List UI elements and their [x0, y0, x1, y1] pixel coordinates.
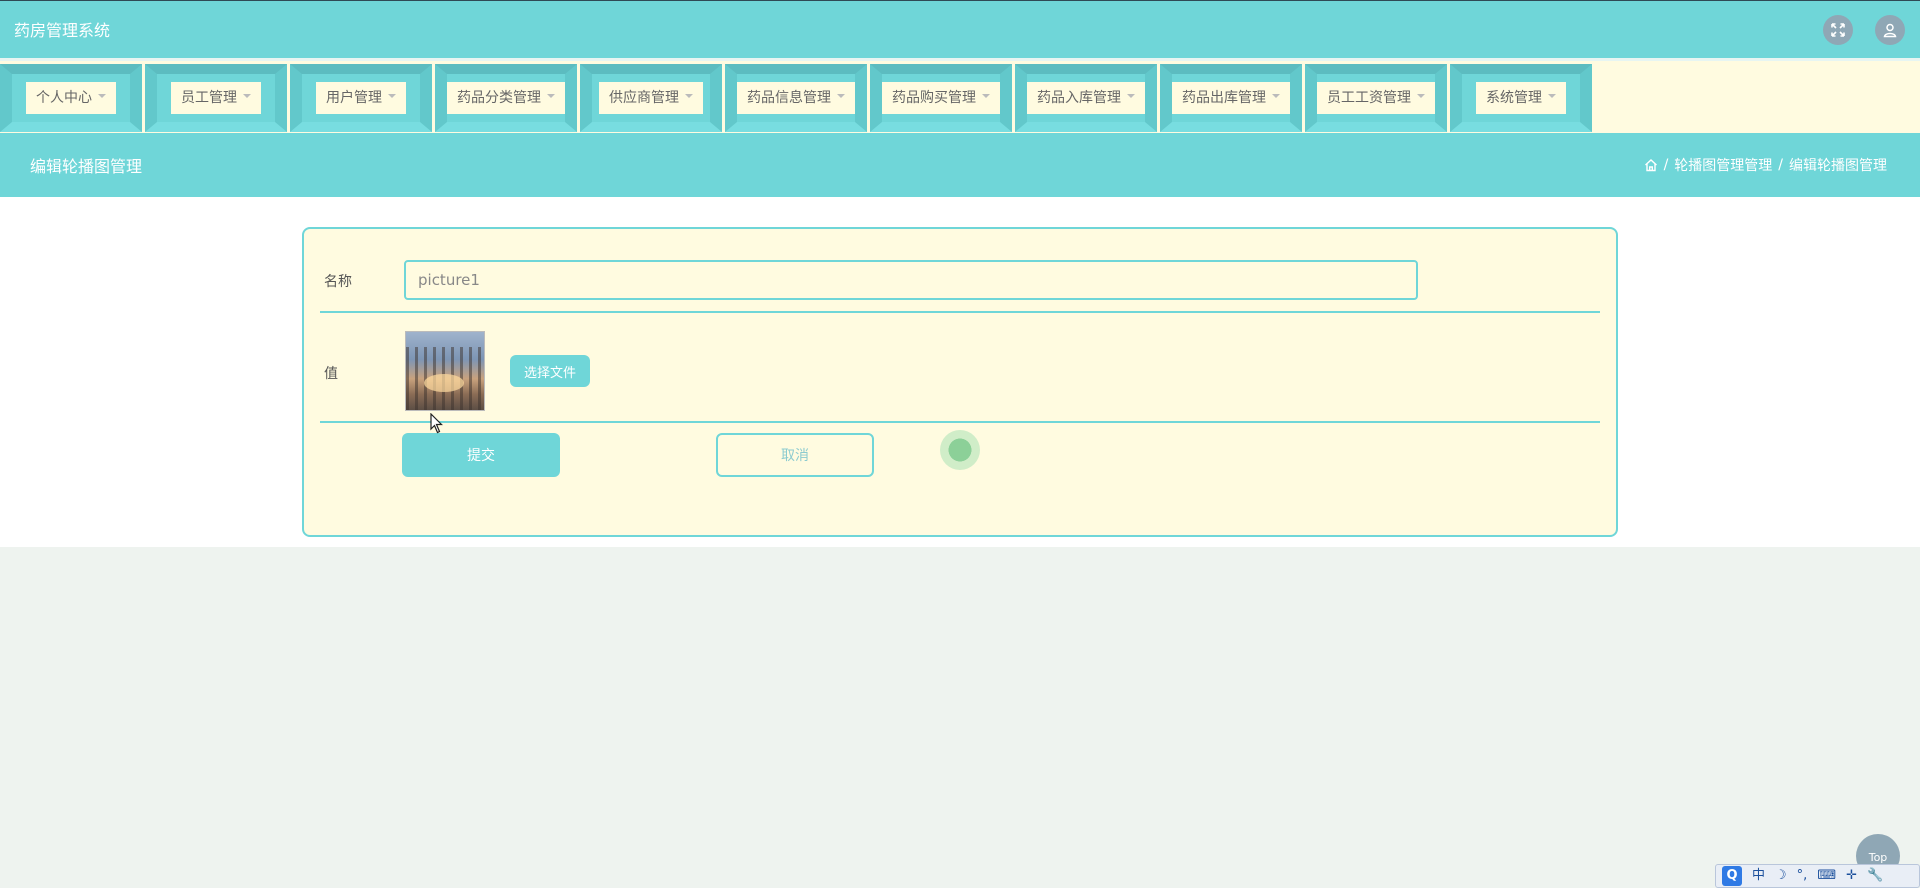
nav-label: 个人中心	[36, 90, 92, 106]
nav-label: 员工管理	[181, 90, 237, 106]
top-icons	[1801, 14, 1905, 45]
nav-item-drug-purchase[interactable]: 药品购买管理	[870, 64, 1012, 132]
nav-label: 系统管理	[1486, 90, 1542, 106]
nav-label: 药品购买管理	[892, 90, 976, 106]
fullscreen-icon[interactable]	[1823, 14, 1853, 45]
chevron-down-icon	[982, 94, 990, 98]
nav-item-drug-stock-out[interactable]: 药品出库管理	[1160, 64, 1302, 132]
divider	[320, 421, 1600, 423]
chevron-down-icon	[1272, 94, 1280, 98]
nav-label: 用户管理	[326, 90, 382, 106]
nav-label: 供应商管理	[609, 90, 679, 106]
punctuation-icon[interactable]: °,	[1797, 866, 1808, 886]
user-icon[interactable]	[1875, 14, 1905, 45]
cancel-button[interactable]: 取消	[716, 433, 874, 477]
moon-icon[interactable]: ☽	[1775, 866, 1787, 886]
choose-file-button[interactable]: 选择文件	[510, 355, 590, 387]
image-preview	[405, 331, 485, 411]
app-title: 药房管理系统	[14, 20, 111, 40]
chevron-down-icon	[1417, 94, 1425, 98]
image-glow	[424, 374, 464, 392]
nav-label: 药品分类管理	[457, 90, 541, 106]
breadcrumb: / 轮播图管理管理 / 编辑轮播图管理	[1644, 155, 1887, 175]
chevron-down-icon	[1127, 94, 1135, 98]
ime-language-toggle[interactable]: 中	[1752, 866, 1765, 886]
nav-item-staff[interactable]: 员工管理	[145, 64, 287, 132]
nav-item-system[interactable]: 系统管理	[1450, 64, 1592, 132]
breadcrumb-separator: /	[1663, 157, 1669, 173]
page-title: 编辑轮播图管理	[30, 157, 143, 176]
nav-label: 员工工资管理	[1327, 90, 1411, 106]
submit-button[interactable]: 提交	[402, 433, 560, 477]
click-indicator	[940, 430, 980, 470]
mouse-cursor-icon	[430, 412, 444, 438]
edit-form: 名称 picture1 值 选择文件 提交 取消	[302, 227, 1618, 537]
name-input[interactable]: picture1	[404, 260, 1418, 300]
chevron-down-icon	[1548, 94, 1556, 98]
top-bar: 药房管理系统	[0, 0, 1920, 58]
divider	[320, 311, 1600, 313]
page-header: 编辑轮播图管理 / 轮播图管理管理 / 编辑轮播图管理	[0, 133, 1920, 197]
nav-item-drug-category[interactable]: 药品分类管理	[435, 64, 577, 132]
nav-item-drug-info[interactable]: 药品信息管理	[725, 64, 867, 132]
chevron-down-icon	[837, 94, 845, 98]
value-label: 值	[324, 366, 338, 382]
breadcrumb-separator: /	[1778, 157, 1783, 173]
name-label: 名称	[324, 274, 352, 290]
nav-label: 药品出库管理	[1182, 90, 1266, 106]
wrench-icon[interactable]: 🔧	[1867, 866, 1883, 886]
home-icon[interactable]	[1644, 158, 1658, 172]
nav-label: 药品入库管理	[1037, 90, 1121, 106]
nav-item-drug-stock-in[interactable]: 药品入库管理	[1015, 64, 1157, 132]
chevron-down-icon	[388, 94, 396, 98]
main-nav: 个人中心 员工管理 用户管理 药品分类管理 供应商管理 药品信息管理 药品购买管…	[0, 58, 1920, 133]
chevron-down-icon	[243, 94, 251, 98]
breadcrumb-current: 编辑轮播图管理	[1789, 158, 1887, 174]
nav-item-supplier[interactable]: 供应商管理	[580, 64, 722, 132]
nav-item-users[interactable]: 用户管理	[290, 64, 432, 132]
chevron-down-icon	[98, 94, 106, 98]
nav-item-personal-center[interactable]: 个人中心	[0, 64, 142, 132]
keyboard-icon[interactable]: ⌨	[1817, 866, 1836, 886]
ime-logo-icon[interactable]: Q	[1722, 866, 1742, 886]
symbol-icon[interactable]: ✛	[1846, 866, 1857, 886]
chevron-down-icon	[685, 94, 693, 98]
nav-item-staff-salary[interactable]: 员工工资管理	[1305, 64, 1447, 132]
nav-label: 药品信息管理	[747, 90, 831, 106]
breadcrumb-item[interactable]: 轮播图管理管理	[1674, 155, 1772, 175]
ime-toolbar: Q 中 ☽ °, ⌨ ✛ 🔧	[1715, 864, 1920, 888]
chevron-down-icon	[547, 94, 555, 98]
